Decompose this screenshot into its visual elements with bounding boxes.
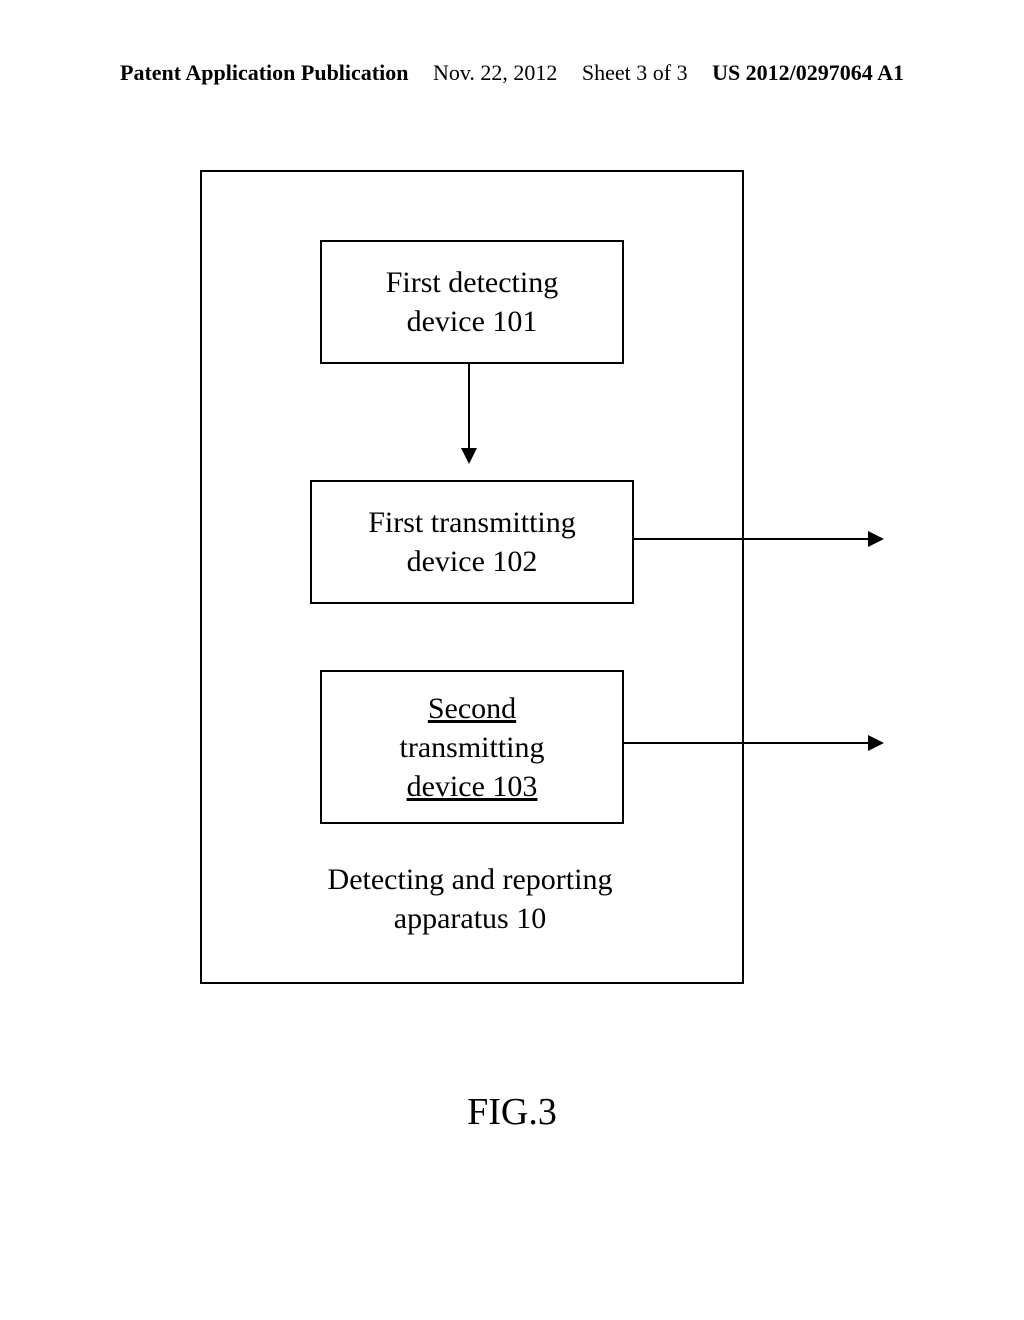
apparatus-line1: Detecting and reporting bbox=[200, 860, 740, 899]
diagram: First detecting device 101 First transmi… bbox=[200, 170, 740, 980]
header-sheet: Sheet 3 of 3 bbox=[582, 60, 688, 86]
page-header: Patent Application Publication Nov. 22, … bbox=[0, 60, 1024, 86]
first-detecting-device: First detecting device 101 bbox=[320, 240, 624, 364]
apparatus-label: Detecting and reporting apparatus 10 bbox=[200, 860, 740, 938]
arrow-out-box2 bbox=[632, 538, 882, 540]
box1-line1: First detecting bbox=[386, 263, 558, 302]
arrow-box1-to-box2 bbox=[468, 362, 470, 462]
box3-line2: transmitting bbox=[400, 728, 545, 767]
box3-line1: Second bbox=[428, 689, 516, 728]
first-transmitting-device: First transmitting device 102 bbox=[310, 480, 634, 604]
box3-line3: device 103 bbox=[407, 767, 538, 806]
figure-label: FIG.3 bbox=[0, 1090, 1024, 1134]
apparatus-line2: apparatus 10 bbox=[200, 899, 740, 938]
header-date: Nov. 22, 2012 bbox=[433, 60, 557, 86]
box2-line1: First transmitting bbox=[368, 503, 576, 542]
box1-line2: device 101 bbox=[407, 302, 538, 341]
box2-line2: device 102 bbox=[407, 542, 538, 581]
second-transmitting-device: Second transmitting device 103 bbox=[320, 670, 624, 824]
header-pubno: US 2012/0297064 A1 bbox=[712, 60, 904, 86]
header-left: Patent Application Publication bbox=[120, 60, 408, 86]
arrow-out-box3 bbox=[622, 742, 882, 744]
